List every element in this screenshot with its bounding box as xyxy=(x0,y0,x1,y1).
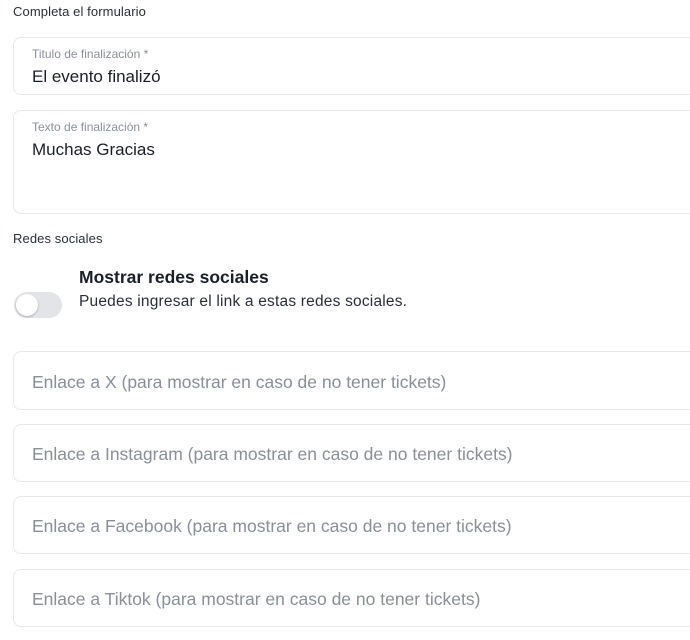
show-social-description: Puedes ingresar el link a estas redes so… xyxy=(79,293,408,310)
x-link-input[interactable]: Enlace a X (para mostrar en caso de no t… xyxy=(13,351,690,410)
tiktok-link-input[interactable]: Enlace a Tiktok (para mostrar en caso de… xyxy=(13,569,690,627)
facebook-link-placeholder: Enlace a Facebook (para mostrar en caso … xyxy=(32,516,512,536)
completion-text-label: Texto de finalización * xyxy=(32,120,149,134)
completion-title-label: Titulo de finalización * xyxy=(32,47,149,61)
show-social-toggle[interactable] xyxy=(14,292,62,318)
toggle-knob xyxy=(16,294,38,316)
instagram-link-input[interactable]: Enlace a Instagram (para mostrar en caso… xyxy=(13,424,690,482)
x-link-placeholder: Enlace a X (para mostrar en caso de no t… xyxy=(32,372,447,392)
instagram-link-placeholder: Enlace a Instagram (para mostrar en caso… xyxy=(32,444,513,464)
social-section-heading: Redes sociales xyxy=(13,231,103,246)
tiktok-link-placeholder: Enlace a Tiktok (para mostrar en caso de… xyxy=(32,589,481,609)
completion-title-value[interactable]: El evento finalizó xyxy=(32,67,161,87)
form-section-heading: Completa el formulario xyxy=(13,4,146,19)
completion-title-field[interactable]: Titulo de finalización * El evento final… xyxy=(13,37,690,95)
show-social-title: Mostrar redes sociales xyxy=(79,267,269,287)
facebook-link-input[interactable]: Enlace a Facebook (para mostrar en caso … xyxy=(13,496,690,554)
completion-text-field[interactable]: Texto de finalización * Muchas Gracias xyxy=(13,110,690,214)
completion-text-value[interactable]: Muchas Gracias xyxy=(32,140,155,160)
